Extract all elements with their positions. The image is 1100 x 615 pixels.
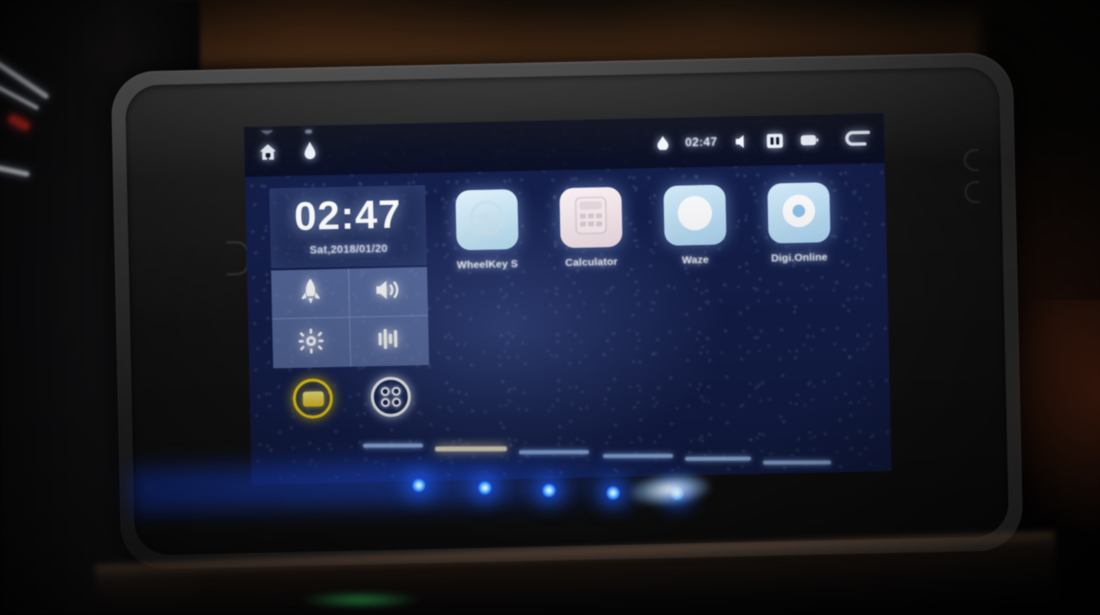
instrument-cluster-glow: [0, 57, 104, 192]
waze-icon: [673, 191, 716, 239]
page-dot[interactable]: [685, 456, 752, 461]
app-label: Calculator: [565, 255, 618, 270]
navigation-icon[interactable]: [304, 129, 316, 160]
page-dot[interactable]: [362, 443, 423, 448]
lcd-screen[interactable]: 02:47 02:47 Sat,2018/01/20 WheelKey S Ca…: [243, 113, 892, 485]
back-icon[interactable]: [844, 128, 870, 149]
sun-icon: [298, 328, 324, 359]
page-dot-active[interactable]: [434, 446, 508, 452]
control-grid: [271, 267, 430, 369]
rocket-icon: [300, 278, 321, 309]
right-ambient-light: [980, 300, 1100, 615]
screen-icon: [302, 390, 324, 407]
app-grid: WheelKey S Calculator Waze Digi.Online: [445, 181, 877, 271]
calculator-icon: [573, 195, 608, 240]
wallpaper-texture: [243, 113, 892, 485]
app-digionline[interactable]: Digi.Online: [757, 182, 840, 265]
app-wheelkey[interactable]: WheelKey S: [445, 189, 528, 272]
apps-grid-icon: [380, 386, 402, 408]
screen-off-button[interactable]: [292, 378, 334, 419]
page-indicator: [362, 442, 863, 465]
app-label: WheelKey S: [456, 258, 519, 272]
screen-backlight-glow: [243, 113, 892, 485]
clock-date: Sat,2018/01/20: [309, 242, 388, 257]
status-bar-time: 02:47: [684, 134, 718, 150]
car-dashboard-photo: 02:47 02:47 Sat,2018/01/20 WheelKey S Ca…: [0, 0, 1100, 615]
clock-widget[interactable]: 02:47 Sat,2018/01/20: [269, 185, 427, 269]
control-volume[interactable]: [349, 267, 429, 318]
bezel-marking-right-2: [964, 180, 980, 204]
ring-icon: [777, 189, 820, 237]
left-dock: 02:47 Sat,2018/01/20: [269, 185, 430, 419]
steering-wheel-icon: [466, 197, 507, 243]
wallpaper: [243, 113, 892, 485]
app-label: Waze: [681, 253, 709, 267]
battery-icon: [800, 134, 819, 145]
bezel-marking-right-1: [963, 148, 980, 172]
control-equalizer[interactable]: [350, 316, 429, 367]
control-boost-launcher[interactable]: [271, 268, 351, 320]
clock-time: 02:47: [293, 192, 402, 239]
sd-card-icon: [766, 133, 783, 148]
volume-icon[interactable]: [734, 133, 749, 148]
equalizer-icon: [377, 328, 402, 356]
bezel-marking-left: [226, 240, 250, 276]
led-lens-flare: [628, 471, 712, 509]
app-drawer-button[interactable]: [370, 376, 412, 418]
app-label: Digi.Online: [771, 251, 828, 265]
home-icon[interactable]: [258, 143, 277, 160]
speaker-icon: [375, 278, 402, 306]
dock-buttons: [273, 376, 430, 419]
page-dot[interactable]: [519, 450, 590, 454]
app-waze[interactable]: Waze: [653, 184, 736, 267]
console-green-indicator: [300, 592, 420, 608]
control-brightness[interactable]: [272, 317, 352, 369]
app-calculator[interactable]: Calculator: [549, 186, 632, 270]
status-bar: 02:47: [243, 113, 885, 177]
droplet-icon: [657, 135, 669, 150]
